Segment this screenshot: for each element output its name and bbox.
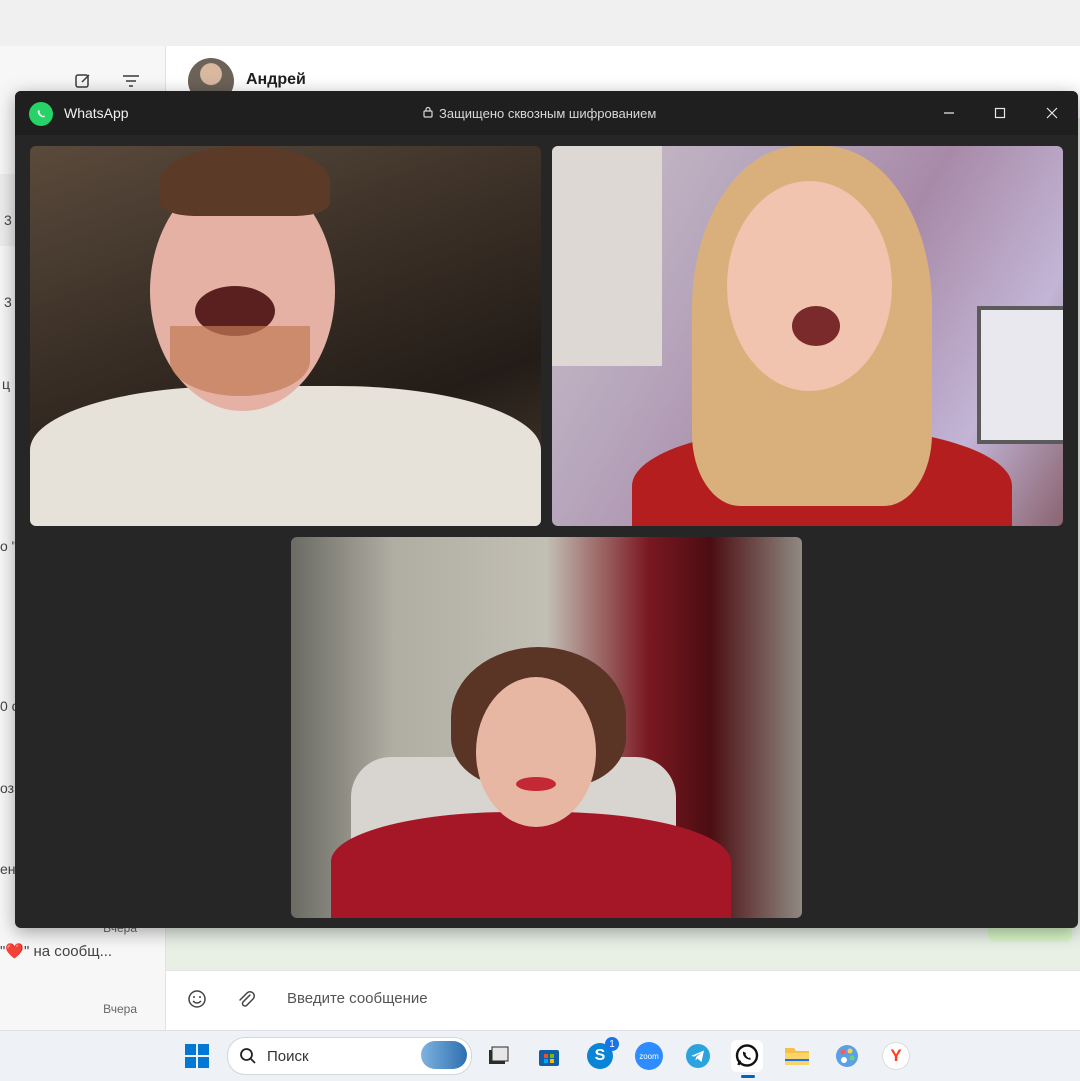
emoji-icon[interactable]: [185, 987, 209, 1011]
message-composer: Введите сообщение: [166, 970, 1080, 1031]
windows-taskbar: Поиск S 1 zoom Y: [0, 1030, 1080, 1081]
chat-list-fragment: ен: [0, 861, 16, 877]
microsoft-store-icon[interactable]: [533, 1040, 565, 1072]
encryption-label: Защищено сквозным шифрованием: [439, 106, 657, 121]
app-title: WhatsApp: [64, 105, 129, 121]
chat-preview: "❤️" на сообщ...: [0, 943, 113, 960]
folder-icon[interactable]: [781, 1040, 813, 1072]
lock-icon: [423, 106, 433, 121]
contact-name: Андрей: [246, 71, 306, 88]
participant-video-tile[interactable]: [552, 146, 1063, 526]
maximize-button[interactable]: [986, 99, 1014, 127]
chat-time: Вчера: [103, 1002, 137, 1016]
notification-badge: 1: [605, 1037, 619, 1051]
attach-icon[interactable]: [234, 987, 258, 1011]
chat-list-fragment: 3: [4, 212, 12, 228]
participant-silhouette: [30, 386, 541, 526]
encryption-status: Защищено сквозным шифрованием: [423, 106, 656, 121]
window-top-strip: [0, 0, 1080, 46]
filter-icon[interactable]: [120, 70, 142, 92]
windows-start-icon[interactable]: [181, 1040, 213, 1072]
task-view-icon[interactable]: [482, 1040, 514, 1072]
zoom-icon[interactable]: zoom: [633, 1040, 665, 1072]
active-app-indicator: [741, 1075, 755, 1078]
close-button[interactable]: [1038, 99, 1066, 127]
yandex-browser-icon[interactable]: Y: [880, 1040, 912, 1072]
whatsapp-logo-icon: [29, 102, 53, 126]
skype-icon[interactable]: S 1: [584, 1037, 619, 1072]
participant-silhouette: [331, 812, 731, 918]
chat-list-fragment: 3: [4, 294, 12, 310]
chat-list-fragment: оз: [0, 780, 15, 796]
minimize-button[interactable]: [935, 99, 963, 127]
new-chat-icon[interactable]: [72, 70, 94, 92]
search-icon: [239, 1047, 257, 1070]
palette-icon[interactable]: [831, 1040, 863, 1072]
call-titlebar[interactable]: WhatsApp Защищено сквозным шифрованием: [15, 91, 1078, 135]
message-input[interactable]: Введите сообщение: [287, 990, 428, 1007]
yandex-label: Y: [882, 1042, 910, 1070]
participant-video-tile[interactable]: [30, 146, 541, 526]
whatsapp-icon[interactable]: [731, 1040, 763, 1072]
zoom-label: zoom: [635, 1042, 663, 1070]
search-input[interactable]: Поиск: [267, 1048, 309, 1065]
participant-video-tile[interactable]: [291, 537, 802, 918]
chat-list-fragment: ц: [2, 376, 11, 392]
taskbar-search-box[interactable]: Поиск: [227, 1037, 472, 1075]
search-highlight-icon: [421, 1041, 467, 1069]
telegram-icon[interactable]: [682, 1040, 714, 1072]
video-call-window: WhatsApp Защищено сквозным шифрованием: [15, 91, 1078, 928]
